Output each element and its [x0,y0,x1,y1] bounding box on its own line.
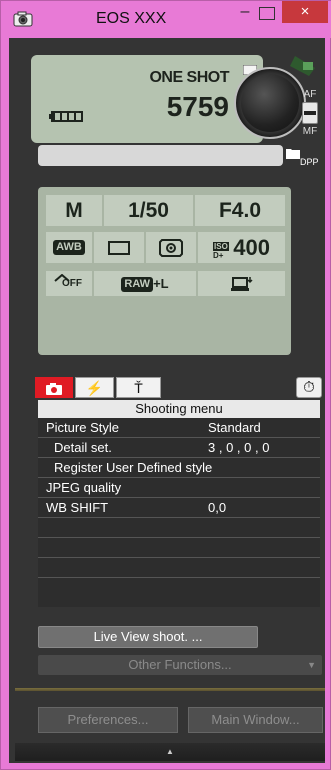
close-button[interactable]: × [282,1,328,23]
menu-row-empty [38,518,320,538]
camera-app-icon [13,11,33,27]
menu-row-empty [38,538,320,558]
camera-settings-icon[interactable] [287,54,317,86]
window-title: EOS XXX [96,10,167,27]
drive-mode[interactable] [94,232,144,263]
iso-highlight-priority: D+ [213,250,224,260]
dpp-label: DPP [300,157,319,167]
camera-icon [46,383,62,396]
metering-mode[interactable] [146,232,196,263]
menu-row-label: JPEG quality [46,480,122,495]
menu-row-value: Standard [208,420,261,435]
menu-row-value: 3 , 0 , 0 , 0 [208,440,270,455]
menu-title: Shooting menu [38,400,320,418]
menu-row-register-style[interactable]: Register User Defined style [38,458,320,478]
dropdown-arrow-icon: ▼ [307,660,316,670]
iso-badge: ISO D+ [213,241,229,260]
iso-value: 400 [233,235,270,260]
evaluative-metering-icon [159,238,183,257]
collapse-bar[interactable]: ▲ [15,743,325,761]
stopwatch-icon: ⏱ [303,379,315,396]
menu-row-label: Register User Defined style [54,460,213,475]
menu-row-empty [38,558,320,578]
image-destination[interactable] [198,271,285,296]
iso-setting[interactable]: ISO D+ 400 [198,232,285,263]
main-window-button[interactable]: Main Window... [188,707,323,733]
tab-flash[interactable]: ⚡ [75,377,114,398]
tab-setup[interactable]: Ť [116,377,161,398]
menu-row-wb-shift[interactable]: WB SHIFT 0,0 [38,498,320,518]
battery-icon [49,111,83,122]
aperture-value[interactable]: F4.0 [195,195,285,226]
folder-icon [286,149,300,159]
pc-destination-icon [230,276,253,291]
menu-row-label: Picture Style [46,420,119,435]
menu-row-picture-style[interactable]: Picture Style Standard [38,418,320,438]
timer-button[interactable]: ⏱ [296,377,322,398]
minimize-button[interactable]: – [232,3,258,25]
alo-off-label: OFF [62,278,82,289]
menu-row-detail-set[interactable]: Detail set. 3 , 0 , 0 , 0 [38,438,320,458]
mf-label: MF [302,126,318,137]
shooting-menu-list: Shooting menu Picture Style Standard Det… [38,400,320,607]
shooting-mode[interactable]: M [46,195,102,226]
flash-icon: ⚡ [85,380,104,396]
af-label: AF [303,89,317,100]
menu-row-value: 0,0 [208,500,227,515]
menu-row-label: WB SHIFT [46,500,109,515]
settings-lcd: M 1/50 F4.0 AWB ISO D+ 400 OFF RAW +L [38,187,291,355]
other-functions-dropdown[interactable]: Other Functions... ▼ [38,655,322,675]
maximize-button[interactable] [259,7,275,20]
collapse-arrow-icon: ▲ [166,747,174,756]
quality-suffix: +L [153,276,169,291]
live-view-button[interactable]: Live View shoot. ... [38,626,258,648]
menu-row-label: Detail set. [54,440,112,455]
iso-label: ISO [213,241,229,251]
dpp-launch[interactable]: DPP [286,147,326,171]
raw-badge: RAW [121,277,154,293]
title-bar[interactable]: EOS XXX – × [1,1,331,38]
preferences-button[interactable]: Preferences... [38,707,178,733]
image-quality[interactable]: RAW +L [94,271,196,296]
af-mode-text: ONE SHOT [149,69,229,86]
shots-remaining: 5759 [166,91,229,122]
transfer-progress-bar [38,145,283,166]
other-functions-label: Other Functions... [128,657,232,672]
shutter-speed[interactable]: 1/50 [104,195,193,226]
menu-row-jpeg-quality[interactable]: JPEG quality [38,478,320,498]
tab-shooting[interactable] [35,377,73,398]
af-mf-switch[interactable]: AF MF [298,89,322,141]
tools-icon: Ť [134,380,143,396]
awb-badge: AWB [53,240,85,256]
auto-lighting-optimizer[interactable]: OFF [46,271,92,296]
white-balance[interactable]: AWB [46,232,92,263]
remote-shooting-window: EOS XXX – × ONE SHOT 5759 AF MF DPP M 1/… [0,0,331,770]
status-lcd: ONE SHOT 5759 [31,55,263,143]
single-shot-icon [108,240,130,255]
af-mf-toggle[interactable] [302,102,318,124]
divider [15,688,325,691]
